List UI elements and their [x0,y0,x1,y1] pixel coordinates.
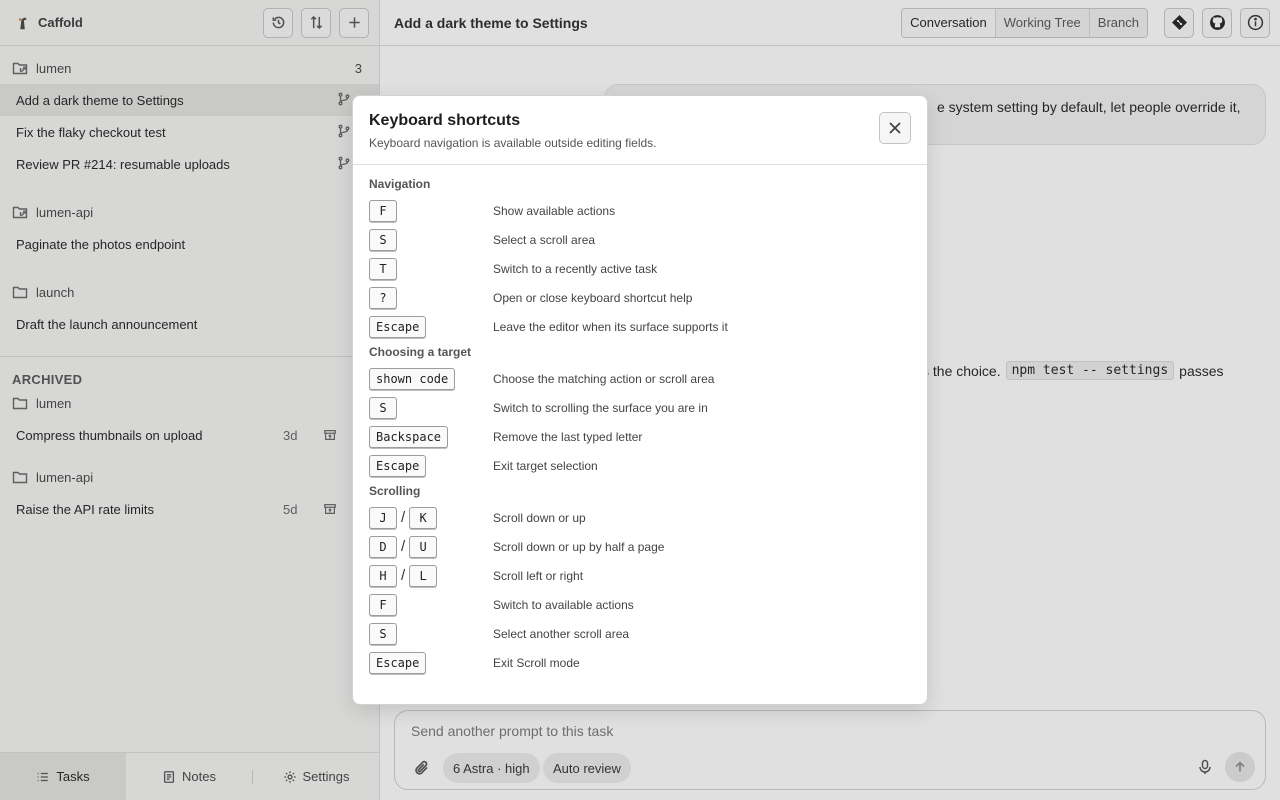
dialog-body: Navigation F Show available actions S Select… [353,165,927,677]
key-cap: F [369,593,397,616]
close-button[interactable] [879,112,911,144]
shortcut-description: Scroll left or right [493,568,584,583]
shortcut-keys: T [369,257,493,280]
shortcut-description: Switch to a recently active task [493,261,658,276]
key-cap: L [409,564,438,587]
shortcut-row: Escape Leave the editor when its surface … [369,312,911,341]
shortcut-keys: F [369,593,493,616]
shortcut-section: Choosing a target shown code Choose the ma… [369,345,911,480]
key-separator: / [401,567,406,584]
shortcut-keys: Escape [369,651,493,674]
key-cap: S [369,228,397,251]
close-icon [889,122,901,134]
shortcut-row: Backspace Remove the last typed letter [369,422,911,451]
shortcut-description: Scroll down or up by half a page [493,539,665,554]
shortcut-description: Scroll down or up [493,510,586,525]
shortcut-row: Escape Exit target selection [369,451,911,480]
dialog-header: Keyboard shortcuts Keyboard navigation i… [353,96,927,165]
shortcut-row: F Show available actions [369,196,911,225]
shortcut-description: Open or close keyboard shortcut help [493,290,693,305]
shortcut-description: Switch to scrolling the surface you are … [493,400,708,415]
shortcut-keys: J / K [369,506,493,529]
key-cap: F [369,199,397,222]
shortcut-row: ? Open or close keyboard shortcut help [369,283,911,312]
shortcut-row: shown code Choose the matching action or … [369,364,911,393]
shortcut-section: Navigation F Show available actions S Select… [369,177,911,341]
section-title: Scrolling [369,484,421,498]
shortcut-keys: shown code [369,367,493,390]
shortcut-row: S Select a scroll area [369,225,911,254]
key-cap: K [409,506,438,529]
shortcut-keys: ? [369,286,493,309]
shortcut-description: Exit Scroll mode [493,655,580,670]
key-separator: / [401,509,406,526]
key-cap: S [369,622,397,645]
key-cap: Escape [369,651,427,674]
shortcut-description: Leave the editor when its surface suppor… [493,319,728,334]
shortcut-keys: H / L [369,564,493,587]
key-cap: Escape [369,315,427,338]
shortcut-description: Remove the last typed letter [493,429,643,444]
shortcut-row: Escape Exit Scroll mode [369,648,911,677]
shortcut-row: J / K Scroll down or up [369,503,911,532]
dialog-subtitle: Keyboard navigation is available outside… [369,136,657,150]
key-cap: ? [369,286,397,309]
key-cap: shown code [369,367,456,390]
shortcut-keys: S [369,228,493,251]
shortcut-section: Scrolling J / K Scroll down or up D / U Scroll d… [369,484,911,677]
section-title: Navigation [369,177,431,191]
shortcut-row: F Switch to available actions [369,590,911,619]
shortcut-keys: Escape [369,454,493,477]
shortcut-keys: S [369,622,493,645]
shortcut-row: S Select another scroll area [369,619,911,648]
section-title: Choosing a target [369,345,472,359]
shortcut-description: Choose the matching action or scroll are… [493,371,715,386]
shortcut-keys: S [369,396,493,419]
key-cap: Escape [369,454,427,477]
shortcut-keys: Backspace [369,425,493,448]
key-cap: D [369,535,397,558]
shortcut-keys: F [369,199,493,222]
shortcut-row: D / U Scroll down or up by half a page [369,532,911,561]
key-cap: H [369,564,397,587]
shortcut-description: Exit target selection [493,458,598,473]
shortcut-row: S Switch to scrolling the surface you are… [369,393,911,422]
shortcut-description: Show available actions [493,203,616,218]
shortcut-keys: D / U [369,535,493,558]
dialog-title: Keyboard shortcuts [369,112,521,129]
shortcut-keys: Escape [369,315,493,338]
shortcut-description: Switch to available actions [493,597,634,612]
key-cap: Backspace [369,425,449,448]
key-separator: / [401,538,406,555]
key-cap: T [369,257,397,280]
shortcut-row: T Switch to a recently active task [369,254,911,283]
key-cap: S [369,396,397,419]
key-cap: U [409,535,438,558]
shortcut-description: Select a scroll area [493,232,596,247]
shortcut-row: H / L Scroll left or right [369,561,911,590]
shortcut-description: Select another scroll area [493,626,630,641]
key-cap: J [369,506,397,529]
keyboard-shortcuts-dialog: Keyboard shortcuts Keyboard navigation i… [352,95,928,705]
